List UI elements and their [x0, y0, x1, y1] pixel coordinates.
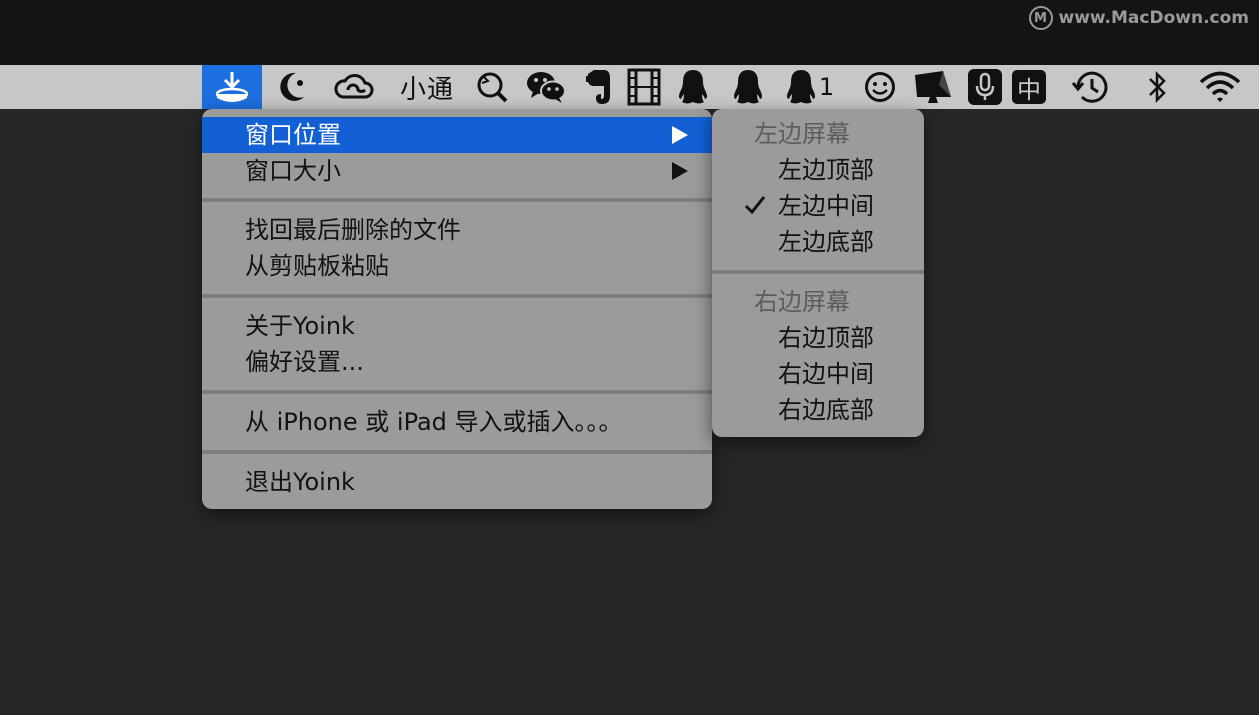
menu-item-label: 偏好设置... — [245, 348, 364, 376]
watermark-text: www.MacDown.com — [1058, 8, 1249, 28]
menu-item-label: 右边底部 — [778, 396, 874, 424]
evernote-elephant-icon[interactable] — [578, 65, 618, 109]
checkmark-icon — [744, 196, 766, 215]
menu-bar: 小通 1 中 — [0, 65, 1259, 109]
submenu-arrow-icon — [672, 126, 688, 144]
menu-item-right-top[interactable]: 右边顶部 — [712, 320, 924, 356]
chinese-input-label: 中 — [1012, 70, 1046, 104]
yoink-menu: 窗口位置 窗口大小 找回最后删除的文件 从剪贴板粘贴 关于Yoink 偏好设置.… — [202, 109, 712, 509]
submenu-arrow-icon — [672, 162, 688, 180]
menu-item-right-middle[interactable]: 右边中间 — [712, 356, 924, 392]
yoink-download-icon[interactable] — [202, 65, 262, 109]
menu-item-label: 找回最后删除的文件 — [245, 216, 461, 244]
menu-item-label: 从剪贴板粘贴 — [245, 252, 389, 280]
menu-item-about[interactable]: 关于Yoink — [202, 308, 712, 344]
menu-separator — [202, 294, 712, 298]
menu-item-label: 左边底部 — [778, 228, 874, 256]
menu-item-label: 退出Yoink — [245, 468, 355, 496]
menu-separator — [202, 198, 712, 202]
menu-item-paste-clipboard[interactable]: 从剪贴板粘贴 — [202, 248, 712, 284]
qq-penguin-icon[interactable] — [673, 65, 713, 109]
qq-penguin-with-badge[interactable]: 1 — [782, 65, 838, 109]
time-machine-icon[interactable] — [1066, 65, 1114, 109]
qq-unread-badge: 1 — [818, 73, 836, 101]
qq-penguin-icon-2[interactable] — [728, 65, 768, 109]
menu-item-label: 窗口位置 — [245, 121, 341, 149]
moon-wallpaper-icon[interactable] — [268, 65, 316, 109]
creative-cloud-icon[interactable] — [330, 65, 378, 109]
wechat-icon[interactable] — [522, 65, 570, 109]
menu-separator — [712, 270, 924, 274]
watermark: M www.MacDown.com — [1028, 5, 1249, 31]
right-screen-header: 右边屏幕 — [754, 288, 850, 316]
left-screen-header: 左边屏幕 — [754, 120, 850, 148]
screen-display-icon[interactable] — [910, 65, 956, 109]
menu-item-preferences[interactable]: 偏好设置... — [202, 344, 712, 380]
menu-item-left-middle[interactable]: 左边中间 — [712, 188, 924, 224]
menu-separator — [202, 390, 712, 394]
menu-item-recover-deleted[interactable]: 找回最后删除的文件 — [202, 212, 712, 248]
menu-item-window-position[interactable]: 窗口位置 — [202, 117, 712, 153]
menu-item-quit[interactable]: 退出Yoink — [202, 464, 712, 500]
bluetooth-icon[interactable] — [1140, 65, 1176, 109]
macdown-logo-icon: M — [1028, 6, 1053, 30]
menu-item-left-bottom[interactable]: 左边底部 — [712, 224, 924, 260]
window-position-submenu: 左边屏幕 左边顶部 左边中间 左边底部 右边屏幕 右边顶部 右边中间 右边底部 — [712, 109, 924, 437]
smiley-face-icon[interactable] — [860, 65, 900, 109]
menu-item-left-top[interactable]: 左边顶部 — [712, 152, 924, 188]
film-strip-icon[interactable] — [624, 65, 664, 109]
menu-item-label: 从 iPhone 或 iPad 导入或插入。。。 — [245, 408, 623, 436]
magnifier-search-icon[interactable] — [470, 65, 514, 109]
xiaotong-text: 小通 — [399, 74, 454, 105]
menu-item-right-bottom[interactable]: 右边底部 — [712, 392, 924, 428]
wifi-icon[interactable] — [1195, 65, 1245, 109]
menu-item-label: 左边中间 — [778, 192, 874, 220]
qq-penguin-icon-3 — [786, 70, 815, 104]
chinese-input-icon[interactable]: 中 — [1010, 65, 1048, 109]
menu-separator — [202, 450, 712, 454]
xiaotong-menu-item[interactable]: 小通 — [393, 65, 461, 109]
menu-item-label: 右边中间 — [778, 360, 874, 388]
menu-item-label: 左边顶部 — [778, 156, 874, 184]
microphone-icon[interactable] — [965, 65, 1005, 109]
menu-item-label: 右边顶部 — [778, 324, 874, 352]
menu-item-window-size[interactable]: 窗口大小 — [202, 153, 712, 189]
menu-item-label: 窗口大小 — [245, 157, 341, 185]
menu-item-label: 关于Yoink — [245, 312, 355, 340]
menu-item-import-iphone-ipad[interactable]: 从 iPhone 或 iPad 导入或插入。。。 — [202, 404, 712, 440]
